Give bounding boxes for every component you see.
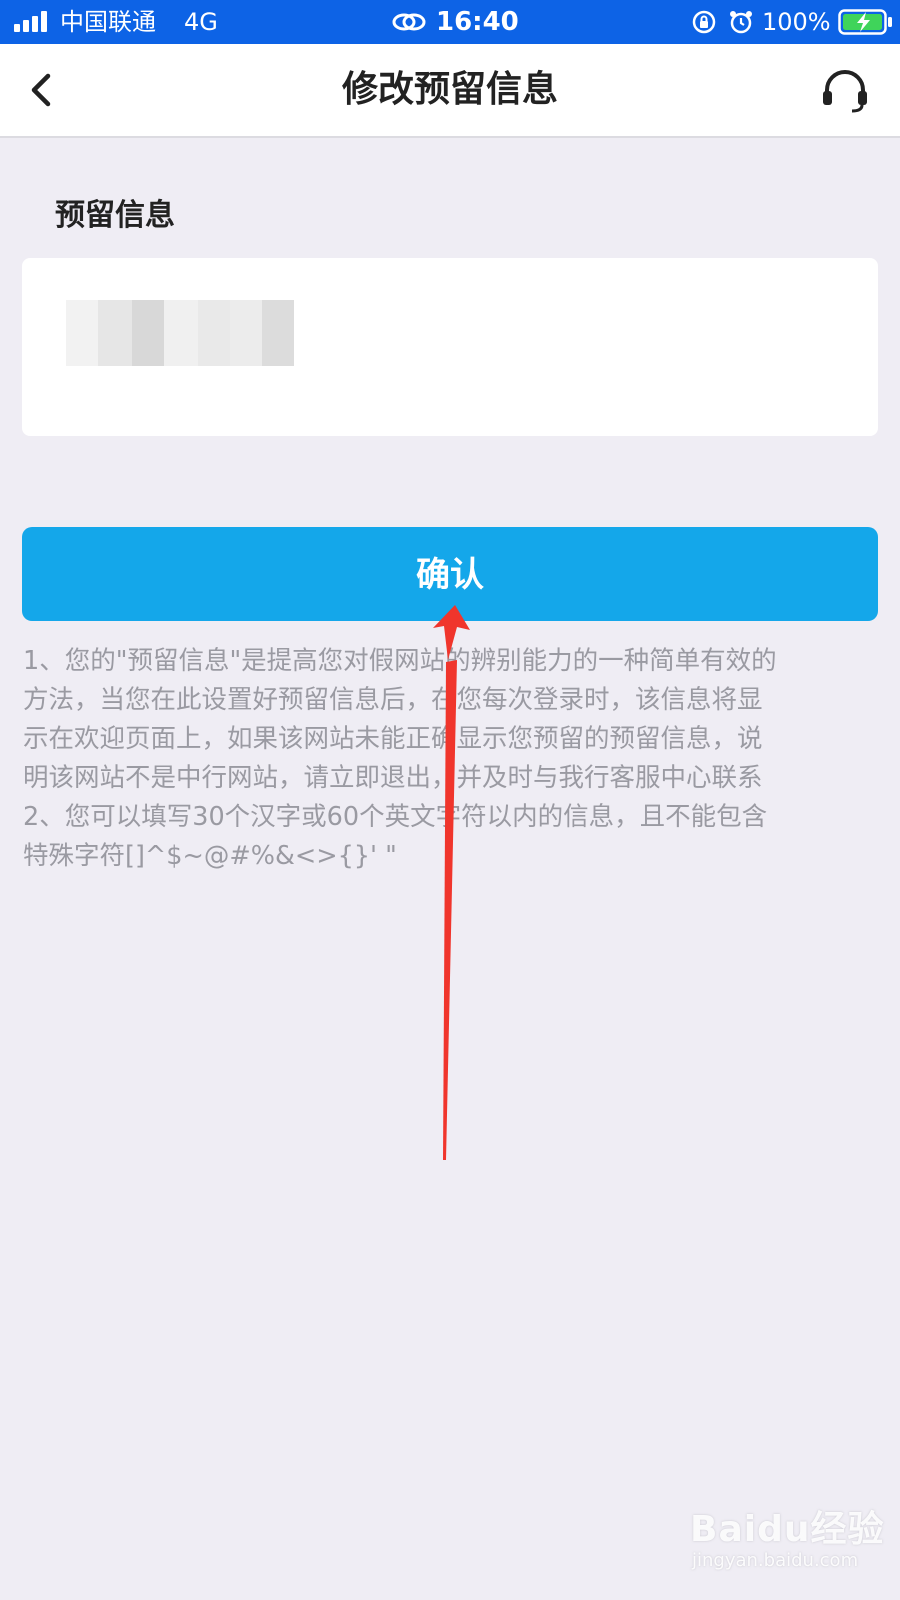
note-line: 特殊字符[]^$~@#%&<>{}' " — [23, 841, 397, 871]
page-title: 修改预留信息 — [341, 69, 558, 110]
signal-icon — [14, 11, 47, 32]
status-bar: 中国联通 4G 16:40 100% — [0, 0, 900, 44]
customer-service-icon[interactable] — [820, 68, 870, 114]
carrier-name: 中国联通 — [60, 8, 156, 36]
reserved-info-field[interactable] — [22, 258, 878, 436]
clock-time: 16:40 — [436, 7, 519, 37]
note-line: 示在欢迎页面上，如果该网站未能正确显示您预留的预留信息，说 — [23, 724, 763, 754]
note-line: 明该网站不是中行网站，请立即退出，并及时与我行客服中心联系 — [23, 763, 763, 793]
battery-charging-icon — [838, 9, 892, 35]
notes-text: 1、您的"预留信息"是提高您对假网站的辨别能力的一种简单有效的 方法，当您在此设… — [23, 642, 883, 876]
watermark-brand: Baidu经验 — [690, 1509, 885, 1550]
note-line: 1、您的"预留信息"是提高您对假网站的辨别能力的一种简单有效的 — [23, 646, 777, 676]
baidu-watermark: Baidu经验 jingyan.baidu.com — [690, 1500, 890, 1580]
network-type: 4G — [184, 8, 218, 36]
nav-bar: 修改预留信息 — [0, 44, 900, 138]
note-line: 2、您可以填写30个汉字或60个英文字符以内的信息，且不能包含 — [23, 802, 768, 832]
reserved-info-label: 预留信息 — [55, 198, 175, 233]
orientation-lock-icon — [692, 10, 716, 34]
battery-percentage: 100% — [762, 8, 831, 36]
confirm-button[interactable]: 确认 — [22, 527, 878, 621]
link-icon — [392, 13, 426, 31]
obscured-value — [66, 300, 324, 366]
watermark-url: jingyan.baidu.com — [692, 1550, 859, 1571]
note-line: 方法，当您在此设置好预留信息后，在您每次登录时，该信息将显 — [23, 685, 763, 715]
alarm-icon — [730, 11, 752, 34]
